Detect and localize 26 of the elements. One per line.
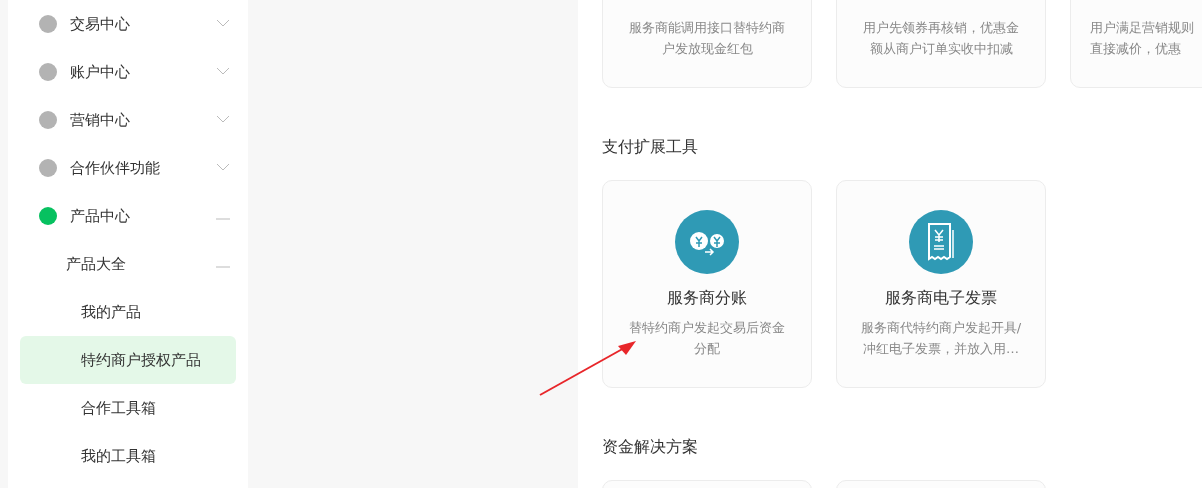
- receipt-icon: [909, 210, 973, 274]
- card-description: 用户先领券再核销，优惠金额从商户订单实收中扣减: [862, 19, 1020, 58]
- menu-item[interactable]: 产品大全: [66, 254, 126, 274]
- card-title: 服务商电子发票: [885, 288, 997, 309]
- menu-item[interactable]: 我的产品: [20, 288, 236, 336]
- section-heading: 资金解决方案: [602, 436, 699, 458]
- menu-item[interactable]: 合作工具箱: [20, 384, 236, 432]
- product-card[interactable]: 服务商分账 替特约商户发起交易后资金分配: [602, 180, 812, 388]
- menu-item[interactable]: 交易中心: [70, 14, 130, 34]
- card-description: 服务商代特约商户发起开具/冲红电子发票，并放入用…: [860, 319, 1022, 358]
- card-description: 替特约商户发起交易后资金分配: [628, 319, 786, 358]
- product-card[interactable]: 用户满足营销规则直接减价，优惠: [1070, 0, 1202, 88]
- card-description: 服务商能调用接口替特约商户发放现金红包: [628, 19, 786, 58]
- card-description: 用户满足营销规则直接减价，优惠: [1090, 19, 1195, 58]
- menu-item[interactable]: 合作伙伴功能: [70, 158, 160, 178]
- menu-item[interactable]: 营销中心: [70, 110, 130, 130]
- menu-item[interactable]: 产品中心: [70, 206, 130, 226]
- card-title: 服务商分账: [667, 288, 747, 309]
- menu-item[interactable]: 我的工具箱: [20, 432, 236, 480]
- coins-icon: [675, 210, 739, 274]
- product-card[interactable]: 服务商能调用接口替特约商户发放现金红包: [602, 0, 812, 88]
- menu-item[interactable]: 账户中心: [70, 62, 130, 82]
- product-card[interactable]: 服务商电子发票 服务商代特约商户发起开具/冲红电子发票，并放入用…: [836, 180, 1046, 388]
- section-heading: 支付扩展工具: [602, 136, 699, 158]
- product-card[interactable]: 用户先领券再核销，优惠金额从商户订单实收中扣减: [836, 0, 1046, 88]
- menu-item[interactable]: 特约商户授权产品: [20, 336, 236, 384]
